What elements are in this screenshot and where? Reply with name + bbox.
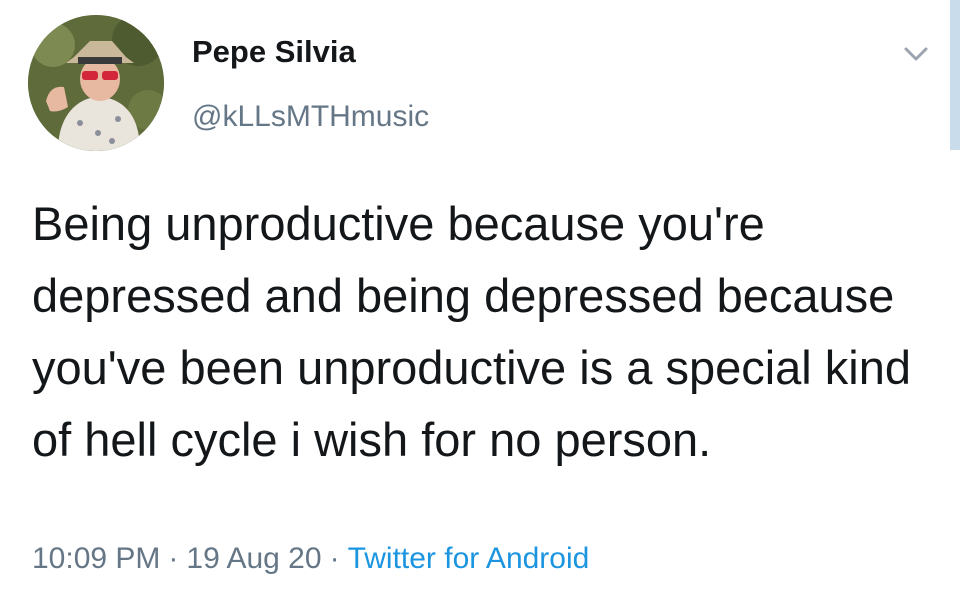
avatar-image <box>28 15 164 151</box>
tweet-metadata: 10:09 PM · 19 Aug 20 · Twitter for Android <box>32 542 589 576</box>
avatar[interactable] <box>28 15 164 151</box>
chevron-down-icon[interactable] <box>898 40 934 70</box>
tweet-date[interactable]: 19 Aug 20 <box>186 542 321 575</box>
scrollbar[interactable] <box>950 0 960 150</box>
tweet-card: Pepe Silvia @kLLsMTHmusic Being unproduc… <box>0 0 960 612</box>
tweet-time: 10:09 PM <box>32 542 161 575</box>
user-handle[interactable]: @kLLsMTHmusic <box>192 100 429 134</box>
separator: · <box>329 542 340 575</box>
tweet-source-link[interactable]: Twitter for Android <box>348 542 590 575</box>
tweet-text: Being unproductive because you're depres… <box>32 197 912 466</box>
separator: · <box>168 542 179 575</box>
display-name[interactable]: Pepe Silvia <box>192 34 356 70</box>
